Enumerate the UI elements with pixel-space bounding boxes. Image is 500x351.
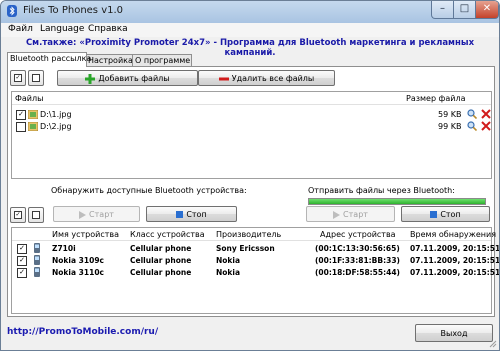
device-address: (00:18:DF:58:55:44) <box>315 268 400 277</box>
add-files-button[interactable]: Добавить файлы <box>57 70 198 86</box>
device-row[interactable]: ✓ Nokia 3109c Cellular phone Nokia (00:1… <box>12 255 499 266</box>
play-icon <box>79 210 87 219</box>
website-link[interactable]: http://PromoToMobile.com/ru/ <box>7 327 158 337</box>
send-stop-button[interactable]: Стоп <box>401 206 490 222</box>
file-row[interactable]: ✓ D:\1.jpg 59 KB <box>12 109 491 120</box>
check-all-devices-button[interactable]: ✓ <box>10 207 26 223</box>
discover-start-button[interactable]: Старт <box>53 206 140 222</box>
window-title: Files To Phones v1.0 <box>23 5 124 16</box>
send-start-button[interactable]: Старт <box>306 206 395 222</box>
play-icon <box>333 210 341 219</box>
file-list-header: Файлы Размер файла <box>12 92 491 105</box>
image-file-icon <box>28 110 38 119</box>
discover-start-label: Старт <box>89 210 114 219</box>
send-progress-fill <box>309 199 485 204</box>
tab-bluetooth[interactable]: Bluetooth рассылка <box>7 52 91 67</box>
device-checkbox[interactable]: ✓ <box>17 244 27 254</box>
file-list[interactable]: Файлы Размер файла ✓ D:\1.jpg 59 KB D:\2… <box>11 91 492 179</box>
send-stop-label: Стоп <box>440 210 461 219</box>
phone-icon <box>34 267 40 277</box>
device-address: (00:1F:33:81:BB:33) <box>315 256 400 265</box>
device-name: Nokia 3110c <box>52 268 104 277</box>
device-row[interactable]: ✓ Nokia 3110c Cellular phone Nokia (00:1… <box>12 267 499 278</box>
stop-icon <box>430 211 438 218</box>
device-class: Cellular phone <box>130 256 192 265</box>
device-list-header: Имя устройства Класс устройства Производ… <box>12 228 496 241</box>
device-name-header: Имя устройства <box>52 230 120 239</box>
send-start-label: Старт <box>343 210 368 219</box>
file-size: 99 KB <box>438 122 462 131</box>
discover-devices-label: Обнаружить доступные Bluetooth устройств… <box>51 186 247 195</box>
minimize-button[interactable]: – <box>431 1 454 19</box>
device-class: Cellular phone <box>130 244 192 253</box>
device-class-header: Класс устройства <box>130 230 205 239</box>
remove-all-files-label: Удалить все файлы <box>231 74 315 83</box>
delete-icon[interactable] <box>481 121 491 131</box>
discovery-time: 07.11.2009, 20:15:51 <box>410 244 500 253</box>
discovery-time: 07.11.2009, 20:15:51 <box>410 268 500 277</box>
bluetooth-panel: ✓ Добавить файлы Удалить все файлы Файлы… <box>7 66 499 317</box>
file-name: D:\2.jpg <box>40 122 72 131</box>
check-all-files-button[interactable]: ✓ <box>10 70 26 86</box>
bluetooth-app-icon <box>7 5 17 17</box>
close-button[interactable]: ✕ <box>475 1 499 19</box>
file-row[interactable]: D:\2.jpg 99 KB <box>12 121 491 132</box>
device-list[interactable]: Имя устройства Класс устройства Производ… <box>11 227 499 314</box>
menu-file[interactable]: Файл <box>8 24 33 34</box>
file-size: 59 KB <box>438 110 462 119</box>
plus-icon <box>85 73 96 84</box>
menu-help[interactable]: Справка <box>88 24 128 34</box>
device-name: Nokia 3109c <box>52 256 104 265</box>
maximize-button[interactable]: □ <box>453 1 476 19</box>
discover-stop-label: Стоп <box>186 210 207 219</box>
size-column-header: Размер файла <box>406 94 466 103</box>
device-manufacturer: Nokia <box>216 256 241 265</box>
file-name: D:\1.jpg <box>40 110 72 119</box>
image-file-icon <box>28 122 38 131</box>
promo-link[interactable]: См.также: «Proximity Promoter 24x7» - Пр… <box>1 38 499 58</box>
device-checkbox[interactable]: ✓ <box>17 256 27 266</box>
phone-icon <box>34 243 40 253</box>
device-class: Cellular phone <box>130 268 192 277</box>
phone-icon <box>34 255 40 265</box>
device-checkbox[interactable]: ✓ <box>17 268 27 278</box>
send-progress-bar <box>308 198 486 205</box>
app-window: Files To Phones v1.0 – □ ✕ Файл Language… <box>0 0 500 351</box>
manufacturer-header: Производитель <box>216 230 282 239</box>
remove-all-files-button[interactable]: Удалить все файлы <box>198 70 335 86</box>
device-address-header: Адрес устройства <box>320 230 396 239</box>
stop-icon <box>176 211 184 218</box>
device-name: Z710i <box>52 244 76 253</box>
discovery-time-header: Время обнаружения <box>410 230 497 239</box>
file-checkbox[interactable] <box>16 122 26 132</box>
menu-bar: Файл Language Справка <box>1 23 499 37</box>
device-manufacturer: Sony Ericsson <box>216 244 275 253</box>
resize-grip-icon[interactable] <box>489 340 497 348</box>
discover-stop-button[interactable]: Стоп <box>146 206 237 222</box>
device-manufacturer: Nokia <box>216 268 241 277</box>
send-files-label: Отправить файлы через Bluetooth: <box>308 186 455 195</box>
file-checkbox[interactable]: ✓ <box>16 110 26 120</box>
uncheck-all-devices-button[interactable] <box>28 207 44 223</box>
add-files-label: Добавить файлы <box>98 74 170 83</box>
exit-button[interactable]: Выход <box>415 324 493 342</box>
search-icon[interactable] <box>467 121 477 131</box>
device-row[interactable]: ✓ Z710i Cellular phone Sony Ericsson (00… <box>12 243 499 254</box>
menu-language[interactable]: Language <box>40 24 84 34</box>
delete-icon[interactable] <box>481 109 491 119</box>
device-address: (00:1C:13:30:56:65) <box>315 244 400 253</box>
search-icon[interactable] <box>467 109 477 119</box>
title-bar[interactable]: Files To Phones v1.0 – □ ✕ <box>1 1 499 24</box>
files-column-header: Файлы <box>15 94 44 103</box>
discovery-time: 07.11.2009, 20:15:51 <box>410 256 500 265</box>
uncheck-all-files-button[interactable] <box>28 70 44 86</box>
minus-icon <box>218 77 229 80</box>
